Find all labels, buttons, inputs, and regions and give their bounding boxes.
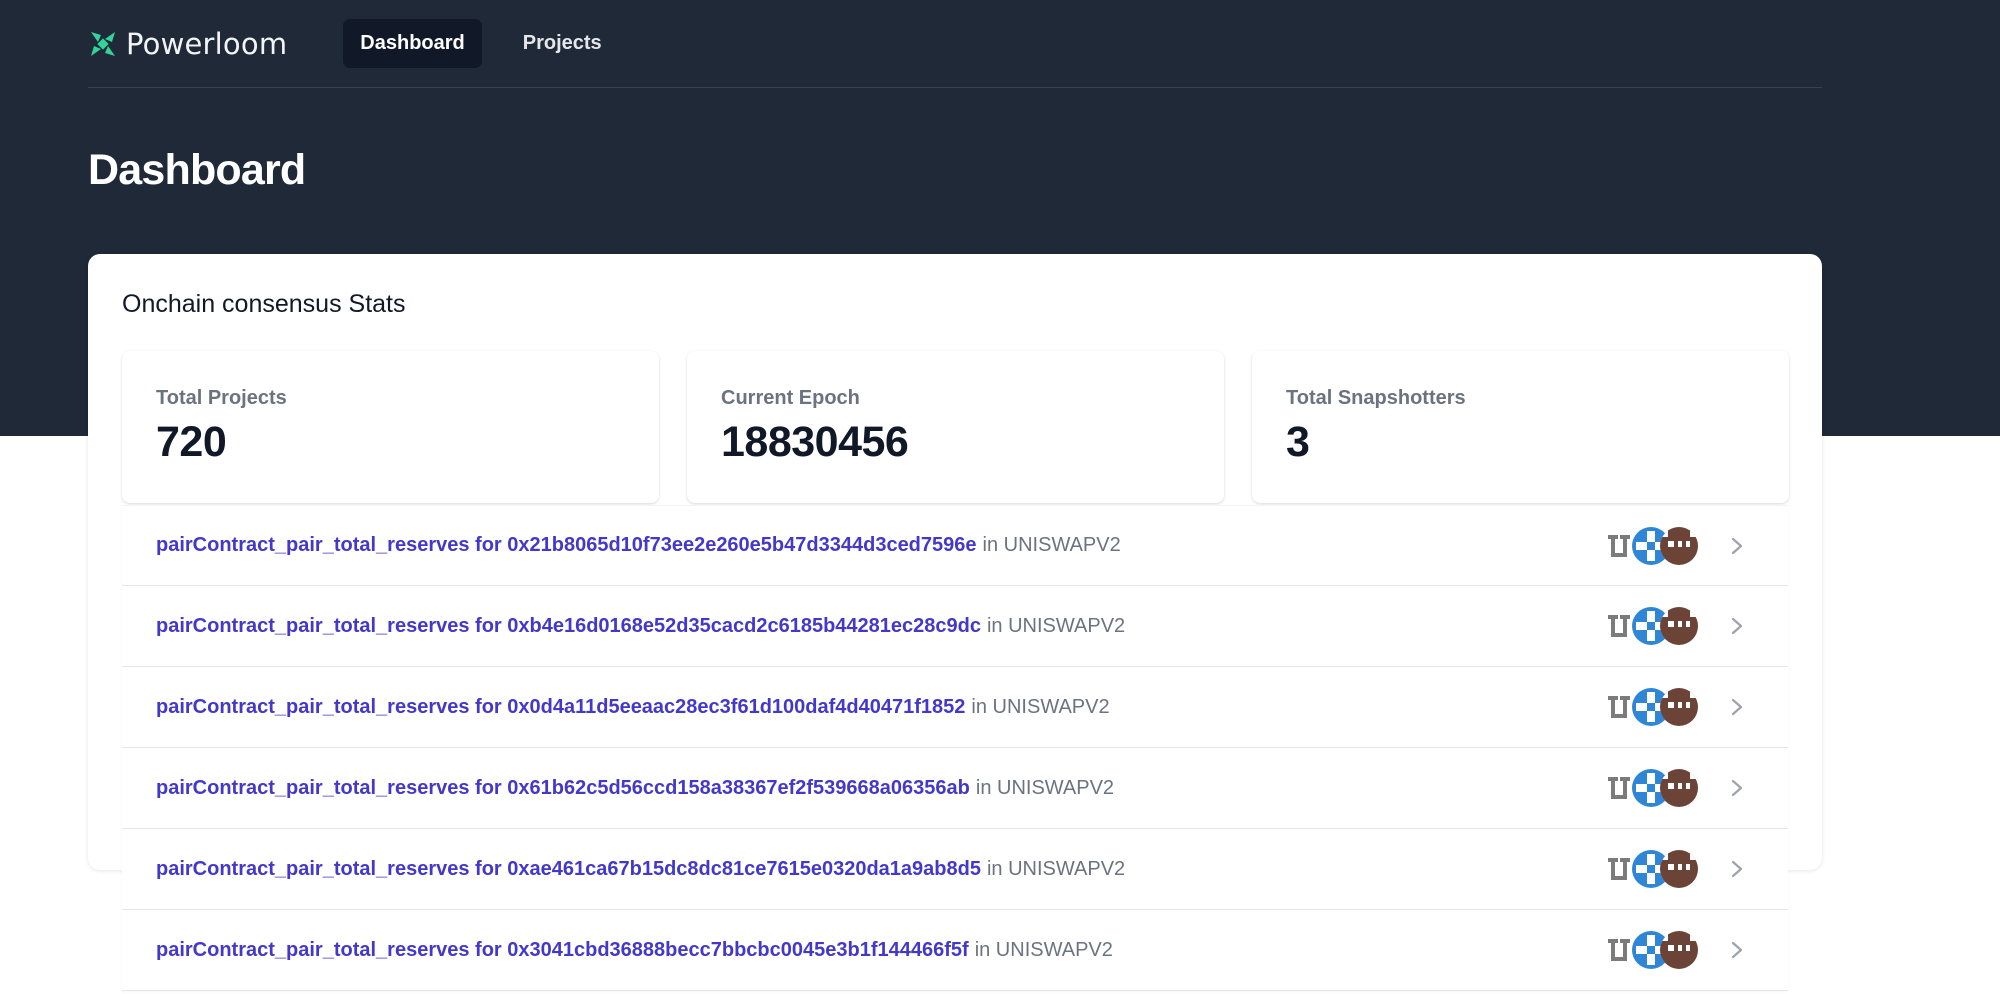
stat-total-projects: Total Projects 720 xyxy=(122,351,659,503)
brand-logo[interactable]: Powerloom xyxy=(88,24,287,64)
project-title-link[interactable]: pairContract_pair_total_reserves for 0x6… xyxy=(156,777,970,800)
stat-value: 3 xyxy=(1286,418,1310,466)
project-row[interactable]: pairContract_pair_total_reserves for 0x2… xyxy=(122,505,1788,586)
stat-total-snapshotters: Total Snapshotters 3 xyxy=(1252,351,1789,503)
project-title-link[interactable]: pairContract_pair_total_reserves for 0x3… xyxy=(156,939,969,962)
stat-label: Current Epoch xyxy=(721,387,860,409)
snapshotter-avatar-icon xyxy=(1660,769,1698,807)
nav-projects[interactable]: Projects xyxy=(506,19,619,68)
project-row[interactable]: pairContract_pair_total_reserves for 0x0… xyxy=(122,667,1788,748)
nav-dashboard[interactable]: Dashboard xyxy=(343,19,482,68)
chevron-right-icon[interactable] xyxy=(1726,695,1748,719)
project-source: in UNISWAPV2 xyxy=(986,857,1126,880)
project-title-link[interactable]: pairContract_pair_total_reserves for 0xb… xyxy=(156,615,981,638)
project-row[interactable]: pairContract_pair_total_reserves for 0x6… xyxy=(122,748,1788,829)
snapshotter-avatar-icon xyxy=(1660,607,1698,645)
chevron-right-icon[interactable] xyxy=(1726,776,1748,800)
project-source: in UNISWAPV2 xyxy=(982,534,1121,556)
snapshotter-avatar-icon xyxy=(1660,688,1698,726)
project-title-link[interactable]: pairContract_pair_total_reserves for 0x2… xyxy=(156,534,977,557)
snapshotter-avatar-icon xyxy=(1660,931,1698,969)
snapshotter-avatars xyxy=(1604,688,1698,726)
project-source: in UNISWAPV2 xyxy=(971,695,1110,718)
chevron-right-icon[interactable] xyxy=(1726,534,1748,558)
project-source: in UNISWAPV2 xyxy=(974,938,1113,961)
powerloom-logo-icon xyxy=(91,31,115,56)
project-row[interactable]: pairContract_pair_total_reserves for 0x3… xyxy=(122,910,1788,991)
snapshotter-avatars xyxy=(1604,850,1698,888)
chevron-right-icon[interactable] xyxy=(1726,614,1748,638)
stat-value: 18830456 xyxy=(721,418,909,466)
project-row[interactable]: pairContract_pair_total_reserves for 0xa… xyxy=(122,829,1788,910)
snapshotter-avatars xyxy=(1604,931,1698,969)
stat-label: Total Projects xyxy=(156,387,287,409)
snapshotter-avatars xyxy=(1604,607,1698,645)
brand-name: Powerloom xyxy=(126,26,288,61)
page-title: Dashboard xyxy=(88,146,306,194)
project-source: in UNISWAPV2 xyxy=(975,776,1115,799)
snapshotter-avatars xyxy=(1604,527,1698,565)
snapshotter-avatars xyxy=(1604,769,1698,807)
chevron-right-icon[interactable] xyxy=(1726,938,1748,962)
project-title-link[interactable]: pairContract_pair_total_reserves for 0xa… xyxy=(156,858,981,881)
stat-current-epoch: Current Epoch 18830456 xyxy=(687,351,1224,503)
snapshotter-avatar-icon xyxy=(1660,527,1698,565)
stats-title: Onchain consensus Stats xyxy=(122,290,406,318)
stat-label: Total Snapshotters xyxy=(1286,387,1466,409)
stat-value: 720 xyxy=(156,418,227,466)
project-source: in UNISWAPV2 xyxy=(986,614,1126,637)
chevron-right-icon[interactable] xyxy=(1726,857,1748,881)
top-navigation: Powerloom Dashboard Projects xyxy=(88,0,1822,88)
project-title-link[interactable]: pairContract_pair_total_reserves for 0x0… xyxy=(156,696,965,719)
project-list: pairContract_pair_total_reserves for 0x2… xyxy=(122,505,1788,991)
project-row[interactable]: pairContract_pair_total_reserves for 0xb… xyxy=(122,586,1788,667)
snapshotter-avatar-icon xyxy=(1660,850,1698,888)
